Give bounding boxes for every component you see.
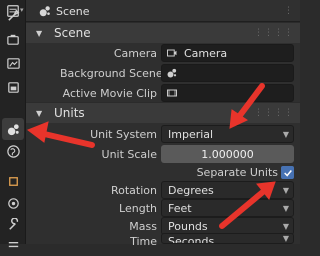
separate-units-label: Separate Units (196, 166, 278, 179)
editor-type-chevron-icon[interactable]: ▾ (20, 6, 24, 14)
camera-field[interactable]: Camera (161, 44, 294, 62)
header-title: Scene (56, 5, 90, 18)
object-icon (8, 176, 18, 186)
wrench-icon (8, 217, 18, 230)
header-options-icon[interactable]: ⋮ (284, 6, 293, 16)
editor-type-button[interactable] (6, 4, 20, 18)
movie-clip-icon (167, 89, 177, 97)
scene-data-icon (167, 68, 177, 78)
tab-output[interactable] (2, 52, 24, 74)
unit-system-label: Unit System (90, 128, 157, 141)
camera-icon (167, 49, 177, 57)
time-dropdown[interactable]: Seconds ▼ (161, 233, 294, 244)
tab-constraints[interactable] (2, 234, 24, 256)
units-panel-title: Units (54, 106, 85, 120)
output-icon (6, 57, 20, 69)
collapse-chevron-icon: ▼ (36, 108, 43, 118)
chevron-down-icon: ▼ (282, 221, 289, 231)
camera-value: Camera (184, 46, 228, 60)
chevron-down-icon: ▼ (282, 234, 289, 243)
unit-scale-value: 1.000000 (201, 147, 254, 161)
unit-system-value: Imperial (168, 127, 214, 141)
collapse-chevron-icon: ▼ (36, 28, 43, 38)
unit-system-dropdown[interactable]: Imperial ▼ (161, 125, 294, 143)
rotation-label: Rotation (110, 184, 157, 197)
chevron-down-icon: ▼ (282, 203, 289, 213)
world-icon (6, 144, 20, 158)
rotation-dropdown[interactable]: Degrees ▼ (161, 181, 294, 199)
length-label: Length (119, 202, 157, 215)
active-movie-clip-field[interactable] (161, 84, 294, 102)
unit-scale-label: Unit Scale (101, 148, 157, 161)
time-label: Time (130, 235, 157, 248)
render-icon (6, 34, 19, 45)
mass-value: Pounds (168, 219, 208, 233)
mass-label: Mass (129, 220, 157, 233)
tab-view-layer[interactable] (2, 76, 24, 98)
drag-handle-icon[interactable]: ⋮⋮⋮⋮ (254, 108, 294, 118)
units-panel-header[interactable]: ▼ Units ⋮⋮⋮⋮ (26, 103, 300, 123)
physics-icon (7, 197, 19, 209)
unit-scale-field[interactable]: 1.000000 (161, 145, 294, 163)
tab-render[interactable] (2, 28, 24, 50)
checkmark-icon (283, 169, 292, 177)
tab-world[interactable] (2, 140, 24, 162)
chevron-down-icon: ▼ (282, 185, 289, 195)
tab-scene[interactable] (2, 118, 24, 140)
scene-panel-header[interactable]: ▼ Scene ⋮⋮⋮⋮ (26, 23, 300, 43)
separate-units-checkbox[interactable] (281, 166, 294, 179)
length-dropdown[interactable]: Feet ▼ (161, 199, 294, 217)
time-value: Seconds (168, 235, 215, 244)
constraints-icon (8, 241, 18, 247)
tab-physics[interactable] (2, 192, 24, 214)
background-scene-field[interactable] (161, 64, 294, 82)
scene-panel-title: Scene (54, 26, 91, 40)
tab-modifier[interactable] (2, 214, 24, 236)
background-scene-label: Background Scene (60, 67, 163, 80)
length-value: Feet (168, 201, 192, 215)
rotation-value: Degrees (168, 183, 214, 197)
camera-label: Camera (113, 47, 157, 60)
drag-handle-icon[interactable]: ⋮⋮⋮⋮ (254, 28, 294, 38)
scene-icon (7, 123, 19, 135)
header-scene-icon (38, 4, 52, 18)
tab-object[interactable] (2, 170, 24, 192)
chevron-down-icon: ▼ (282, 129, 289, 139)
view-layer-icon (7, 81, 19, 93)
properties-editor-icon (7, 5, 19, 17)
active-movie-clip-label: Active Movie Clip (62, 87, 157, 100)
